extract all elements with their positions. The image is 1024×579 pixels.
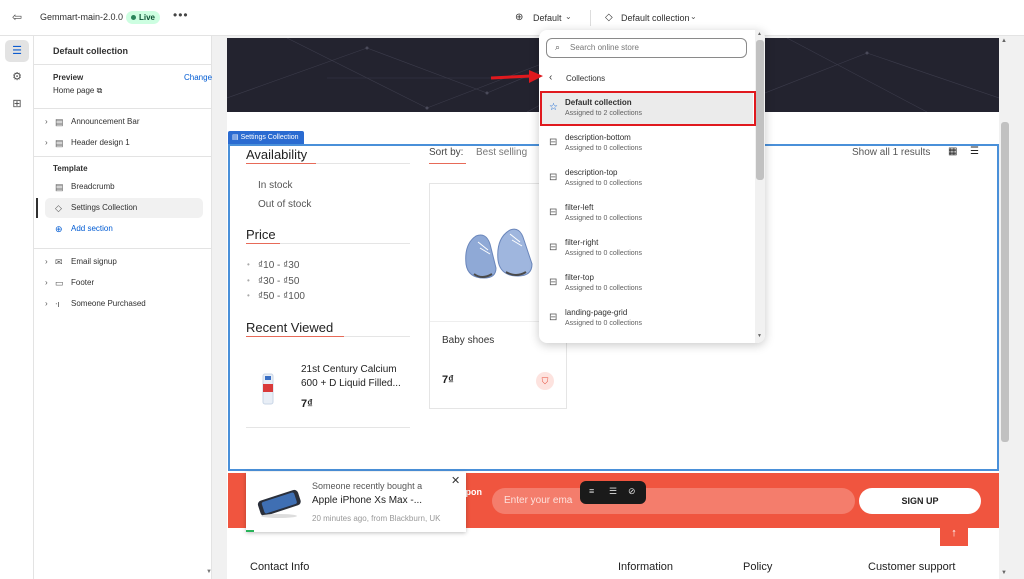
dropdown-item-description-top[interactable]: ⊟ description-top Assigned to 0 collecti… [541, 162, 753, 195]
dropdown-item-landing-page-grid[interactable]: ⊟ landing-page-grid Assigned to 0 collec… [541, 302, 753, 335]
layout-icon: ▤ [55, 117, 64, 127]
sidebar-item-breadcrumb[interactable]: ▤ Breadcrumb [45, 177, 204, 197]
footer-heading-contact: Contact Info [250, 561, 310, 573]
footer-heading-policy: Policy [743, 561, 773, 573]
language-selector[interactable]: Default [533, 13, 562, 23]
template-icon: ⊟ [549, 207, 558, 218]
settings-gear-icon[interactable]: ⚙ [5, 66, 29, 88]
icon-rail: ☰ ⚙ ⊞ [0, 36, 34, 579]
add-section-button[interactable]: ⊕ Add section [45, 219, 204, 239]
notification-text: Someone recently bought a [312, 481, 423, 491]
dropdown-item-description-bottom[interactable]: ⊟ description-bottom Assigned to 0 colle… [541, 127, 753, 160]
apps-icon[interactable]: ⊞ [5, 93, 29, 115]
footer-heading-information: Information [618, 561, 674, 573]
close-icon[interactable]: ✕ [451, 474, 460, 487]
template-icon: ⊟ [549, 242, 558, 253]
back-chevron-icon[interactable]: ‹ [549, 72, 552, 83]
template-icon: ⊟ [549, 277, 558, 288]
preview-label: Preview [53, 73, 84, 82]
back-to-top-arrow-icon[interactable]: ↑ [940, 520, 968, 546]
divider [34, 64, 211, 65]
theme-name: Gemmart-main-2.0.0 [40, 12, 124, 22]
template-icon: ⊟ [549, 172, 558, 183]
scroll-down-icon[interactable]: ▼ [1001, 570, 1007, 576]
preview-page[interactable]: Home page ⧉ [53, 86, 102, 96]
chevron-down-icon[interactable]: ⌄ [565, 12, 572, 21]
chevron-down-icon[interactable]: ⌄ [690, 12, 697, 21]
floating-toolbar: ≡ ☰ ⊘ [580, 481, 646, 504]
layout-icon: ▤ [55, 182, 64, 192]
scroll-down-icon[interactable]: ▼ [206, 569, 212, 575]
tag-icon: ◇ [605, 12, 613, 23]
chevron-right-icon[interactable]: › [45, 252, 53, 272]
dropdown-item-filter-left[interactable]: ⊟ filter-left Assigned to 0 collections [541, 197, 753, 230]
dropdown-item-filter-right[interactable]: ⊟ filter-right Assigned to 0 collections [541, 232, 753, 265]
divider [34, 108, 211, 109]
external-link-icon: ⧉ [96, 86, 103, 95]
align-icon[interactable]: ≡ [589, 486, 594, 496]
hide-eye-icon[interactable]: ⊘ [628, 486, 636, 497]
preview-scrollbar[interactable]: ▲ ▼ [1000, 38, 1010, 579]
highlight-box [540, 91, 756, 126]
divider [34, 156, 211, 157]
sidebar-item-settings-collection[interactable]: ◇ Settings Collection [36, 198, 203, 218]
layout-icon: ▤ [232, 134, 241, 141]
scrollbar-thumb[interactable] [1001, 122, 1009, 442]
chevron-right-icon[interactable]: › [45, 294, 53, 314]
live-badge: Live [126, 11, 161, 24]
notification-product-name[interactable]: Apple iPhone Xs Max -... [312, 495, 422, 506]
chevron-right-icon[interactable]: › [45, 133, 53, 153]
scroll-up-icon[interactable]: ▲ [1001, 38, 1007, 44]
chevron-right-icon[interactable]: › [45, 112, 53, 132]
plus-circle-icon: ⊕ [55, 224, 63, 234]
footer-icon: ▭ [55, 278, 64, 288]
list-icon[interactable]: ☰ [609, 486, 617, 497]
top-bar: ⇦ Gemmart-main-2.0.0 Live ••• ⊕ Default … [0, 0, 1024, 36]
chevron-right-icon[interactable]: › [45, 273, 53, 293]
notification-product-image [254, 482, 304, 522]
dropdown-scrollbar[interactable]: ▲ ▼ [755, 30, 765, 343]
app-icon: ᐧı [55, 299, 60, 309]
progress-bar [246, 530, 254, 532]
exit-icon[interactable]: ⇦ [12, 11, 24, 23]
globe-icon: ⊕ [515, 12, 524, 23]
selected-section-label: ▤ Settings Collection [228, 131, 304, 144]
template-label: Template [53, 164, 88, 173]
template-selector[interactable]: Default collection [621, 13, 690, 23]
notification-time: 20 minutes ago, from Blackburn, UK [312, 514, 441, 523]
sections-icon[interactable]: ☰ [5, 40, 29, 62]
purchase-notification[interactable]: Someone recently bought a Apple iPhone X… [246, 472, 466, 532]
sidebar-item-announcement-bar[interactable]: › ▤ Announcement Bar [45, 112, 204, 132]
search-icon: ⌕ [555, 42, 561, 52]
sidebar-item-header[interactable]: › ▤ Header design 1 [45, 133, 204, 153]
dropdown-item-filter-top[interactable]: ⊟ filter-top Assigned to 0 collections [541, 267, 753, 300]
change-preview-link[interactable]: Change [184, 73, 212, 82]
email-signup-input[interactable]: Enter your ema [492, 488, 855, 514]
template-icon: ⊟ [549, 312, 558, 323]
mail-icon: ✉ [55, 257, 63, 267]
sidebar-heading: Default collection [53, 46, 129, 56]
template-dropdown: ⌕ Search online store ‹ Collections ☆ De… [539, 30, 765, 343]
tag-icon: ◇ [55, 203, 62, 213]
scroll-down-icon[interactable]: ▼ [757, 333, 762, 339]
sidebar: Default collection Preview Change Home p… [34, 36, 212, 579]
scrollbar-thumb[interactable] [756, 40, 764, 180]
footer-heading-support: Customer support [868, 561, 956, 573]
sidebar-item-email-signup[interactable]: › ✉ Email signup [45, 252, 204, 272]
template-icon: ⊟ [549, 137, 558, 148]
sidebar-item-footer[interactable]: › ▭ Footer [45, 273, 204, 293]
collections-heading: Collections [566, 74, 606, 83]
divider [34, 248, 211, 249]
more-actions-button[interactable]: ••• [173, 8, 189, 22]
scroll-up-icon[interactable]: ▲ [757, 31, 762, 37]
divider [590, 10, 591, 26]
annotation-arrow-icon [490, 70, 543, 83]
search-online-store-input[interactable]: ⌕ Search online store [546, 38, 747, 58]
sign-up-button[interactable]: SIGN UP [859, 488, 981, 514]
sidebar-item-someone-purchased[interactable]: › ᐧı Someone Purchased [45, 294, 204, 314]
layout-icon: ▤ [55, 138, 64, 148]
